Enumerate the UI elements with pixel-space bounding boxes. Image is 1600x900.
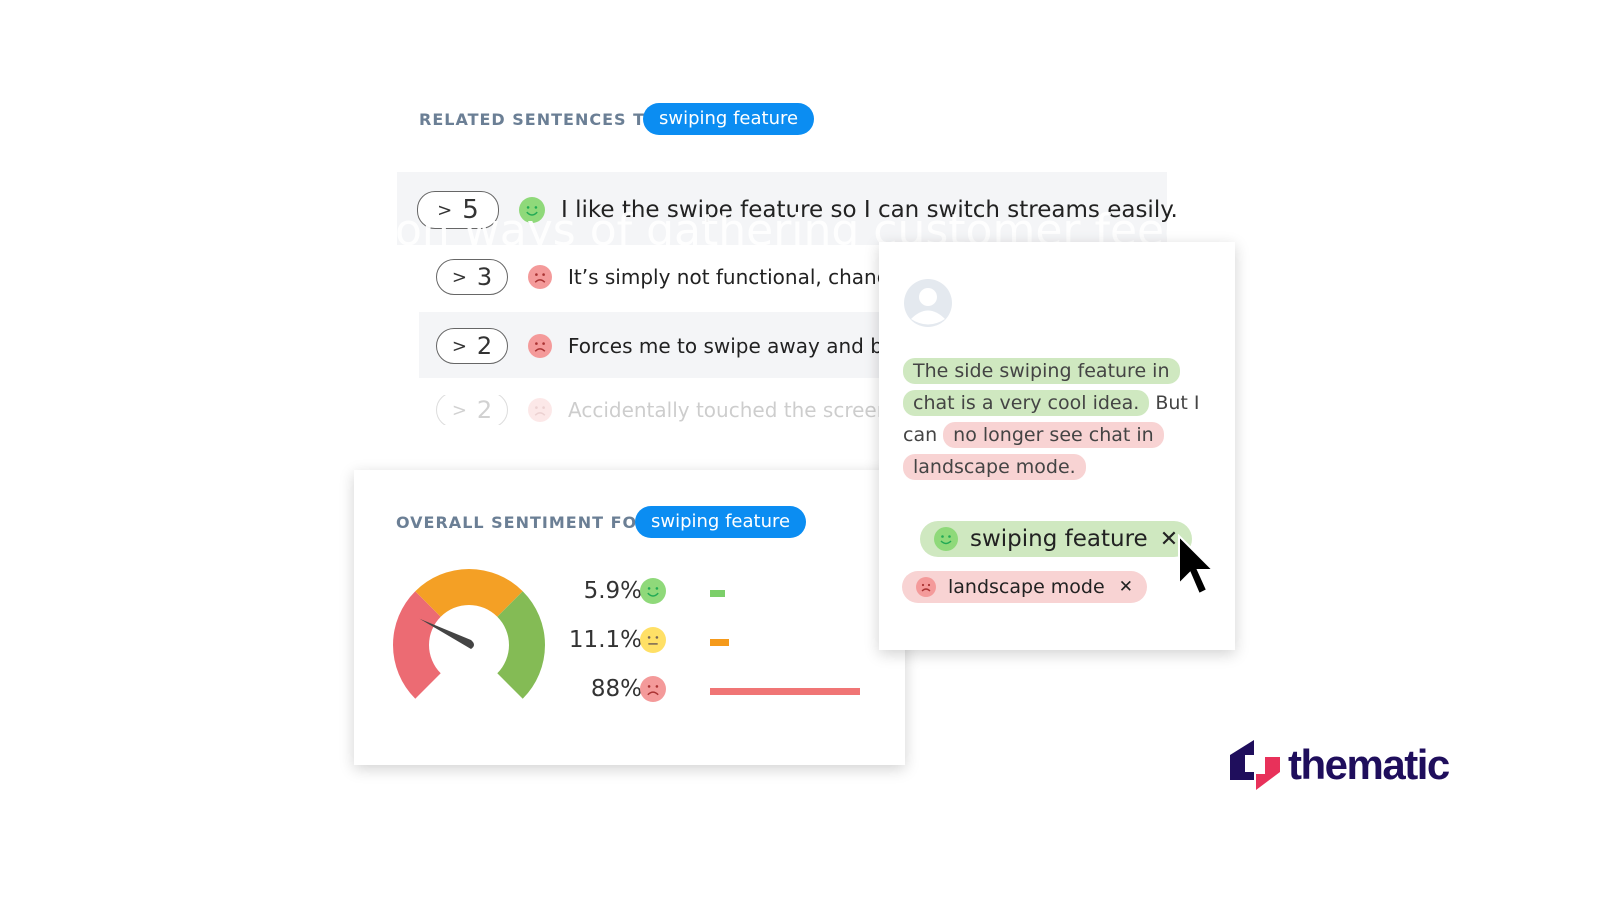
comment-text: The side swiping feature in chat is a ve… [903,355,1203,483]
sentiment-face [640,578,666,608]
avatar-icon [904,279,952,327]
logo-wordmark: thematic [1288,741,1450,788]
thematic-logo-mark [1230,740,1280,790]
sentence-text: It’s simply not functional, changing [568,265,921,289]
sentiment-percent: 5.9% [583,578,642,604]
frown-icon [916,577,936,597]
expand-count-button[interactable]: >2 [436,328,508,364]
theme-pill[interactable]: swiping feature [643,103,815,135]
sentiment-percent: 11.1% [568,627,642,653]
chevron-right-icon: > [451,399,467,421]
sentence-row[interactable]: >2 Accidentally touched the screen an [436,395,921,425]
frown-icon [528,398,552,422]
frown-icon [528,334,552,358]
count: 2 [476,396,493,424]
sentiment-bar [710,590,725,597]
sentiment-face [640,627,666,657]
overall-sentiment-card: OVERALL SENTIMENT FOR swiping feature 5.… [354,470,905,765]
comment-card: The side swiping feature in chat is a ve… [879,242,1235,650]
close-icon[interactable]: ✕ [1160,527,1178,552]
sentiment-bar [710,639,729,646]
chevron-right-icon: > [451,335,467,357]
tag-swiping-feature[interactable]: swiping feature ✕ [920,521,1193,557]
count: 2 [476,332,493,360]
tag-label: landscape mode [948,576,1105,598]
sentence-text: Accidentally touched the screen an [568,398,921,422]
sentiment-face [640,676,666,706]
mouse-cursor-icon [1178,534,1216,596]
expand-count-button[interactable]: >3 [436,259,508,295]
smile-icon [640,578,666,604]
thematic-logo: thematic [1228,738,1450,792]
chevron-right-icon: > [451,266,467,288]
count: 3 [476,263,493,291]
smile-icon [934,527,958,551]
sentence-text: Forces me to swipe away and back [568,334,918,358]
overall-sentiment-label: OVERALL SENTIMENT FOR [396,513,651,532]
frown-icon [640,676,666,702]
neutral-face-icon [640,627,666,653]
theme-pill[interactable]: swiping feature [635,506,807,538]
expand-count-button[interactable]: >2 [436,395,508,425]
related-sentences-label: RELATED SENTENCES TO [419,110,660,129]
tag-label: swiping feature [970,526,1148,552]
sentence-row[interactable]: >3 It’s simply not functional, changing [436,259,920,295]
sentence-row[interactable]: >2 Forces me to swipe away and back [436,328,918,364]
close-icon[interactable]: ✕ [1119,577,1133,597]
tag-landscape-mode[interactable]: landscape mode ✕ [902,571,1147,603]
sentiment-bar [710,688,860,695]
positive-highlight[interactable]: The side swiping feature in chat is a ve… [903,358,1180,416]
sentiment-gauge [393,569,545,699]
frown-icon [528,265,552,289]
sentiment-percent: 88% [590,676,642,702]
